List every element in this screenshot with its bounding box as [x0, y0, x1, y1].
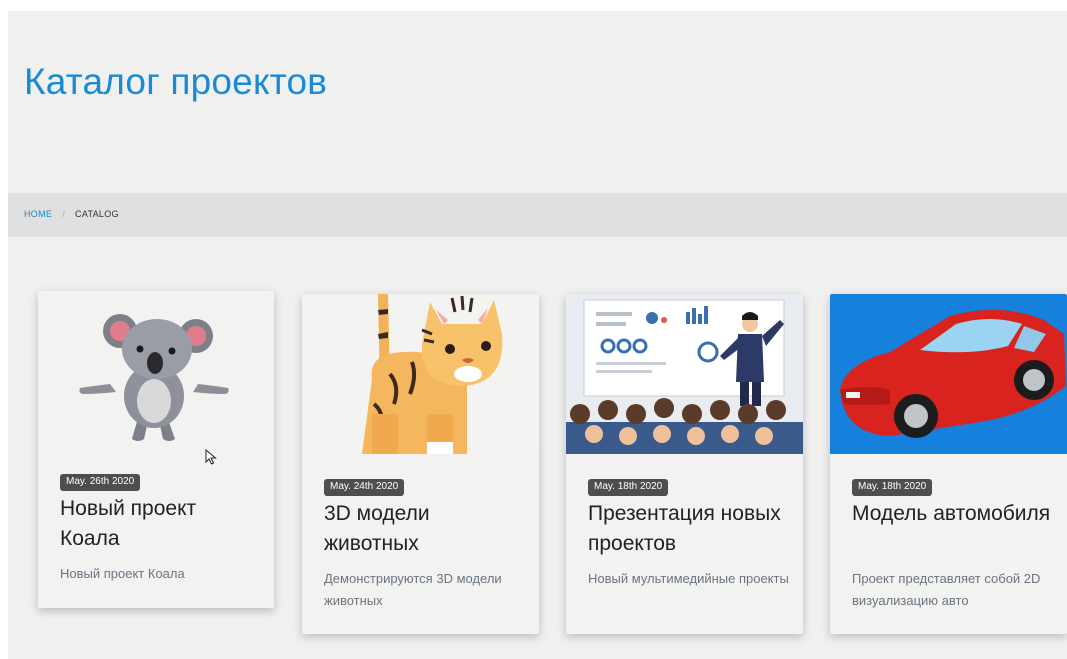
project-card-car-model[interactable]: May. 18th 2020 Модель автомобиля Проект … [830, 294, 1067, 634]
red-car-illustration [840, 309, 1066, 438]
presentation-image[interactable] [566, 294, 803, 454]
project-card-koala[interactable]: May. 26th 2020 Новый проект Коала Новый … [38, 291, 274, 608]
date-badge: May. 24th 2020 [324, 479, 405, 496]
tiger-cub-illustration [362, 294, 503, 454]
page: Каталог проектов HOME / CATALOG May. 26t… [8, 11, 1067, 659]
breadcrumb: HOME / CATALOG [24, 209, 119, 219]
red-car-image[interactable] [830, 294, 1067, 454]
card-title[interactable]: Модель автомобиля [852, 499, 1052, 529]
breadcrumb-separator: / [62, 209, 66, 219]
date-badge: May. 18th 2020 [852, 479, 933, 496]
card-description: Новый проект Коала [60, 566, 185, 581]
card-title[interactable]: Презентация новых проектов [588, 499, 788, 559]
card-description: Демонстрируются 3D модели животных [324, 571, 502, 608]
koala-image[interactable] [38, 291, 274, 451]
page-title: Каталог проектов [24, 61, 328, 102]
tiger-cub-image[interactable] [302, 294, 539, 454]
project-card-3d-animals[interactable]: May. 24th 2020 3D модели животных Демонс… [302, 294, 539, 634]
date-badge: May. 26th 2020 [60, 474, 141, 491]
card-title[interactable]: 3D модели животных [324, 499, 524, 559]
card-description: Проект представляет собой 2D визуализаци… [852, 571, 1041, 608]
breadcrumb-bar: HOME / CATALOG [8, 193, 1067, 237]
breadcrumb-home-link[interactable]: HOME [24, 209, 52, 219]
date-badge: May. 18th 2020 [588, 479, 669, 496]
card-description: Новый мультимедийные проекты [588, 571, 789, 586]
mouse-cursor-icon [205, 449, 217, 465]
koala-illustration [79, 314, 229, 441]
breadcrumb-current: CATALOG [75, 209, 119, 219]
project-card-presentation[interactable]: May. 18th 2020 Презентация новых проекто… [566, 294, 803, 634]
presentation-illustration [566, 299, 803, 454]
card-title[interactable]: Новый проект Коала [60, 494, 260, 554]
